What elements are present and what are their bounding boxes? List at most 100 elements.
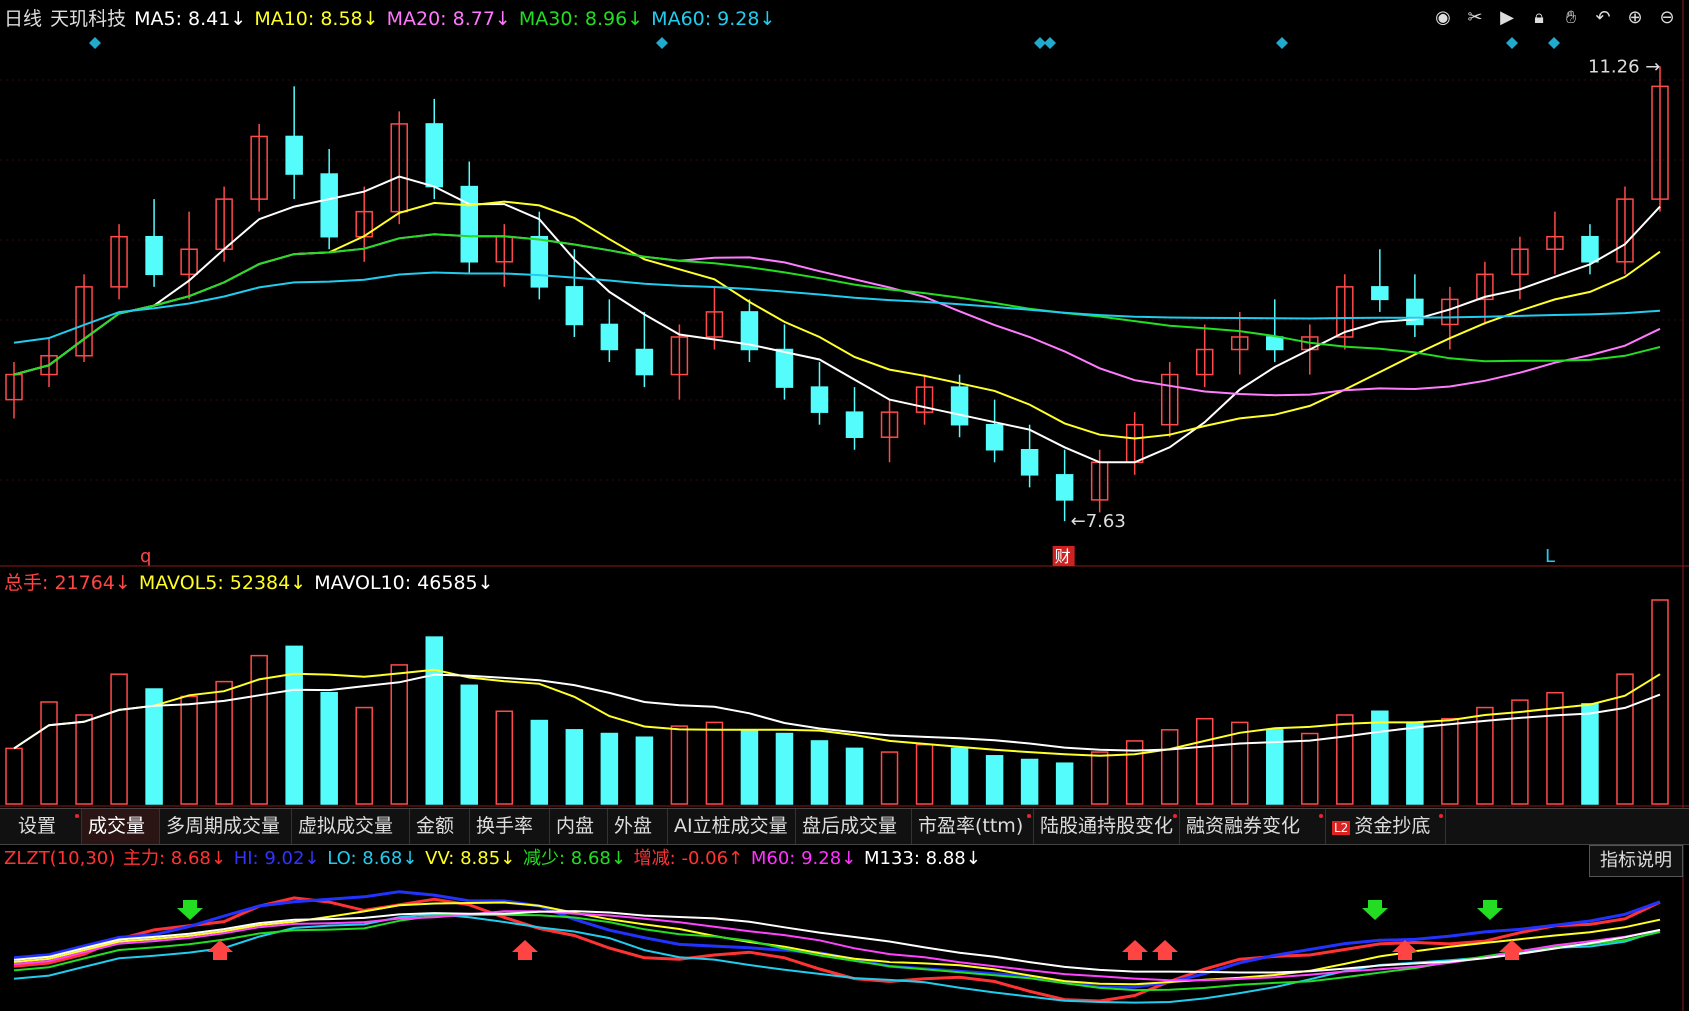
event-diamond-icon: [89, 37, 101, 49]
undo-icon[interactable]: ↶: [1591, 6, 1615, 30]
volume-bar: [950, 747, 969, 805]
volume-bar: [915, 743, 934, 805]
volume-bar: [1160, 729, 1179, 805]
mavol10-label: MAVOL10: 46585↓: [314, 572, 494, 594]
tab-outer[interactable]: 外盘: [608, 809, 668, 844]
volume-bar: [495, 710, 514, 805]
event-diamond-icon: [1276, 37, 1288, 49]
tab-amount[interactable]: 金额: [410, 809, 470, 844]
volume-bar: [1090, 751, 1109, 805]
tab-ai-volume[interactable]: AI立桩成交量: [668, 809, 796, 844]
m133-label: M133: 8.88↓: [863, 848, 981, 869]
candle-body: [1055, 474, 1074, 501]
period-label[interactable]: 日线: [4, 8, 42, 30]
stock-name: 天玑科技: [50, 8, 127, 30]
volume-bar: [880, 751, 899, 805]
ma10-label: MA10: 8.58↓: [254, 8, 379, 30]
zlzt-name: ZLZT(10,30): [4, 848, 116, 869]
total-volume-label: 总手: 21764↓: [4, 572, 131, 594]
volume-bar: [5, 747, 23, 805]
volume-bar: [705, 721, 724, 805]
candle-body: [285, 135, 303, 175]
m60-line: [13, 910, 1661, 982]
main-force-label: 主力: 8.68↓: [123, 848, 226, 869]
m60-label: M60: 9.28↓: [750, 848, 857, 869]
up-arrow-icon: [1122, 940, 1148, 960]
tab-bottom-fishing[interactable]: L2 资金抄底: [1326, 809, 1446, 844]
tab-volume[interactable]: 成交量: [82, 809, 160, 844]
candle-body: [530, 235, 549, 288]
tab-turnover[interactable]: 换手率: [470, 809, 550, 844]
price-header: 日线 天玑科技 MA5: 8.41↓ MA10: 8.58↓ MA20: 8.7…: [4, 6, 777, 32]
tab-after-hours-volume[interactable]: 盘后成交量: [796, 809, 912, 844]
eye-icon[interactable]: ◉: [1431, 6, 1455, 30]
hand-icon[interactable]: ✋︎: [1559, 6, 1583, 30]
ma5-label: MA5: 8.41↓: [134, 8, 247, 30]
l2-badge: L2: [1332, 821, 1351, 835]
chg-label: 增减: -0.06↑: [633, 848, 744, 869]
chart-toolbar: ◉ ✂ ▶ 🔒︎ ✋︎ ↶ ⊕ ⊖: [1431, 6, 1679, 34]
indicator-explain-button[interactable]: 指标说明: [1589, 845, 1683, 877]
candle-body: [775, 348, 794, 388]
volume-bar: [985, 755, 1004, 805]
candle-body: [460, 185, 479, 263]
indicator-header: ZLZT(10,30) 主力: 8.68↓ HI: 9.02↓ LO: 8.68…: [4, 846, 983, 872]
candle-body: [1581, 235, 1599, 263]
tab-settings[interactable]: 设置: [12, 809, 82, 844]
volume-bar: [320, 691, 338, 805]
lo-label: LO: 8.68↓: [327, 848, 418, 869]
candle-body: [1020, 449, 1039, 476]
hi-label: HI: 9.02↓: [233, 848, 320, 869]
chart-stage: 11.26 → ←7.63 q 财 L 日线 天玑科技 MA5: 8.41↓ MA10:…: [0, 0, 1689, 1011]
volume-bar: [565, 729, 584, 805]
tab-margin-changes[interactable]: 融资融券变化: [1180, 809, 1326, 844]
event-l-marker: L: [1545, 546, 1555, 567]
zoom-out-icon[interactable]: ⊖: [1655, 6, 1679, 30]
event-diamond-icon: [1044, 37, 1056, 49]
candle-body: [425, 123, 444, 188]
volume-bar: [1441, 717, 1459, 805]
tab-pe-ttm[interactable]: 市盈率(ttm): [912, 809, 1034, 844]
event-cai-marker: 财: [1055, 547, 1071, 566]
scissors-icon[interactable]: ✂: [1463, 6, 1487, 30]
candle-body: [320, 173, 338, 238]
volume-bar: [75, 714, 93, 805]
ma20-label: MA20: 8.77↓: [386, 8, 511, 30]
down-arrow-icon: [1362, 900, 1388, 920]
volume-bar: [670, 725, 689, 805]
volume-bar: [1651, 599, 1669, 805]
tab-northbound-holdings[interactable]: 陆股通持股变化: [1034, 809, 1180, 844]
volume-bar: [40, 701, 58, 805]
zoom-in-icon[interactable]: ⊕: [1623, 6, 1647, 30]
volume-bar: [600, 732, 619, 805]
volume-bar: [1195, 717, 1214, 805]
volume-bar: [1336, 714, 1354, 805]
tab-inner[interactable]: 内盘: [550, 809, 608, 844]
vv-label: VV: 8.85↓: [425, 848, 516, 869]
event-diamond-icon: [1506, 37, 1518, 49]
tab-virtual-volume[interactable]: 虚拟成交量: [292, 809, 410, 844]
volume-bar: [425, 636, 444, 805]
candle-body: [950, 386, 969, 426]
event-diamond-icon: [1548, 37, 1560, 49]
candle-body: [845, 411, 864, 438]
volume-bar: [775, 732, 794, 805]
lock-icon[interactable]: 🔒︎: [1527, 6, 1551, 30]
low-price-label: ←7.63: [1071, 511, 1126, 532]
candle-body: [810, 386, 829, 413]
indicator-tabs: 设置 成交量 多周期成交量 虚拟成交量 金额 换手率 内盘 外盘 AI立桩成交量…: [0, 808, 1689, 845]
candle-body: [985, 423, 1004, 451]
mavol5-label: MAVOL5: 52384↓: [138, 572, 307, 594]
volume-bar: [355, 706, 373, 805]
volume-bar: [810, 740, 829, 805]
up-arrow-icon: [207, 940, 233, 960]
volume-bar: [1055, 762, 1074, 805]
dec-label: 减少: 8.68↓: [522, 848, 626, 869]
volume-bar: [460, 684, 479, 805]
candle-body: [1266, 336, 1284, 351]
volume-bar: [530, 719, 549, 805]
event-diamond-icon: [656, 37, 668, 49]
volume-bar: [1371, 710, 1389, 805]
play-icon[interactable]: ▶: [1495, 6, 1519, 30]
tab-multi-period-volume[interactable]: 多周期成交量: [160, 809, 292, 844]
